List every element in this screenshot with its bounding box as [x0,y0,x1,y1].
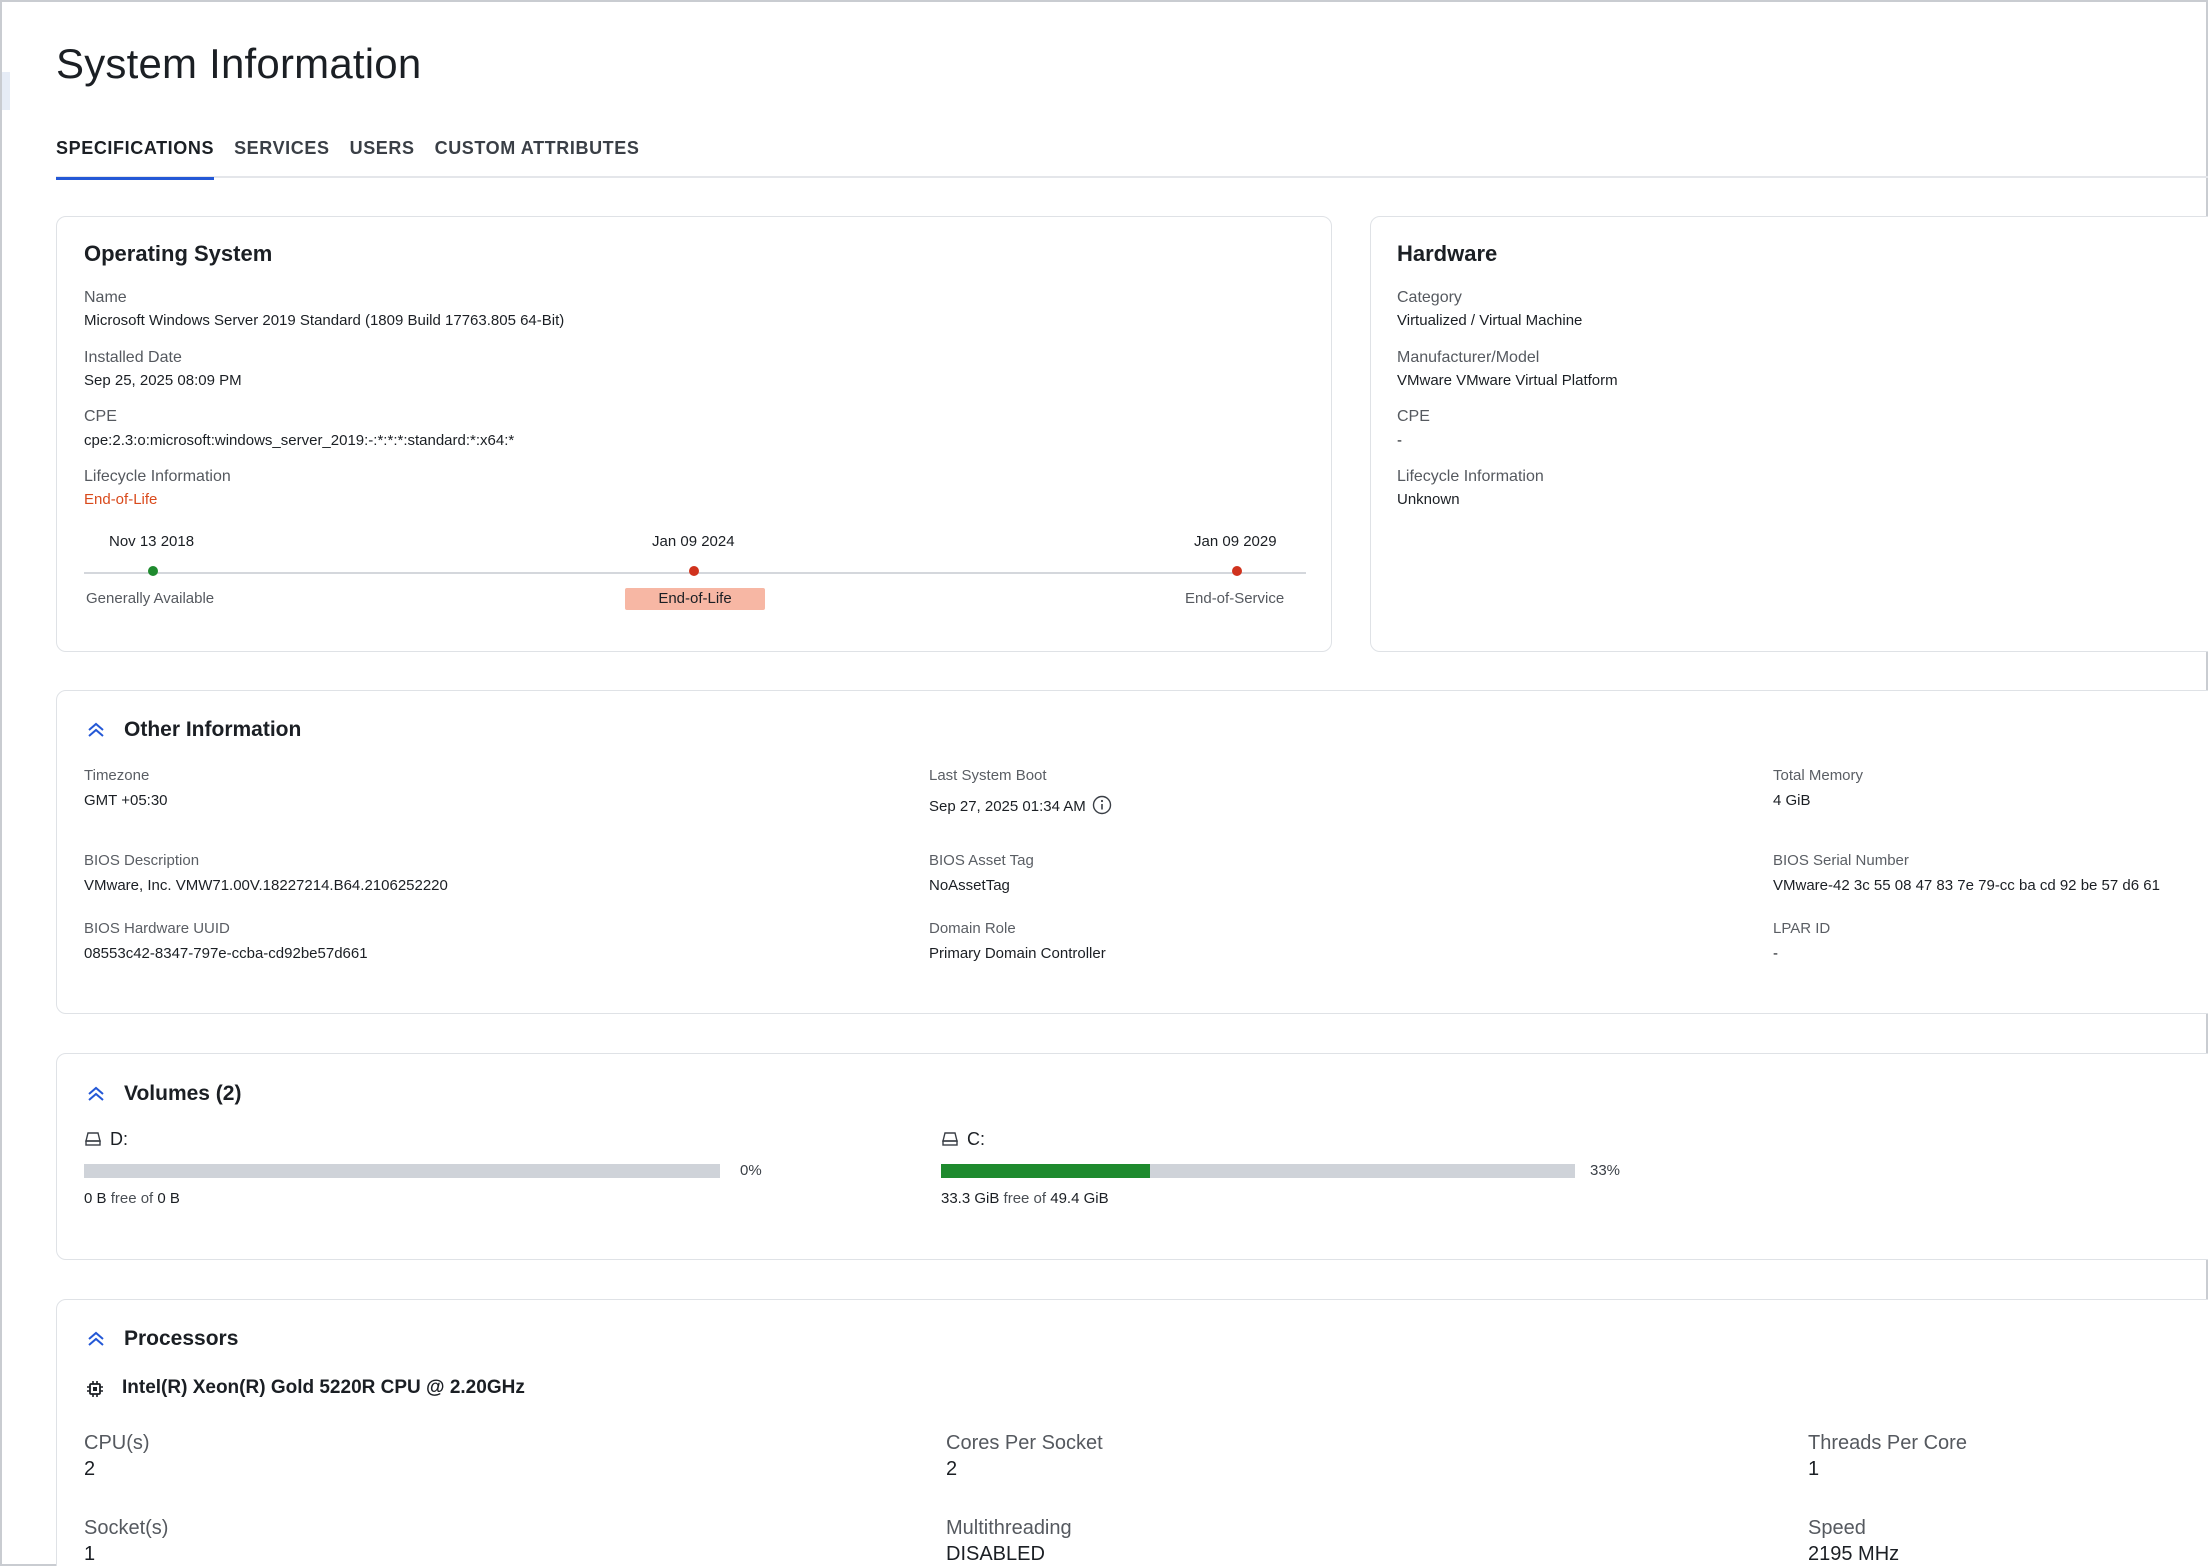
other-information-card: Other Information Timezone GMT +05:30 La… [56,690,2208,1014]
os-cpe-label: CPE [84,408,117,425]
bios-description-label: BIOS Description [84,852,200,869]
processors-card: Processors Intel(R) Xeon(R) Gold 5220R C… [56,1299,2208,1566]
speed-label: Speed [1808,1517,1866,1539]
os-installed-label: Installed Date [84,349,182,366]
last-boot-row: Sep 27, 2025 01:34 AM [929,795,1112,815]
timeline-date-ga: Nov 13 2018 [109,533,195,550]
cpu-chip-icon [85,1379,105,1399]
hardware-card: Hardware Category Virtualized / Virtual … [1370,216,2208,652]
total-memory-value: 4 GiB [1773,792,1811,809]
volume-d-total-value: 0 B [157,1190,180,1207]
os-lifecycle-value: End-of-Life [84,491,158,508]
info-icon[interactable] [1092,795,1112,815]
cpus-label: CPU(s) [84,1432,150,1454]
collapse-chevron-icon[interactable] [85,719,107,741]
timeline-dot-ga [148,566,158,576]
operating-system-title: Operating System [84,241,273,266]
domain-role-label: Domain Role [929,920,1016,937]
bios-description-value: VMware, Inc. VMW71.00V.18227214.B64.2106… [84,877,448,894]
hw-cpe-value: - [1397,432,1402,449]
sockets-label: Socket(s) [84,1517,169,1539]
volume-d-free-value: 0 B [84,1190,107,1207]
sockets-value: 1 [84,1543,96,1565]
other-information-title: Other Information [124,718,302,741]
volume-d-name: D: [110,1129,128,1149]
timeline-date-eos: Jan 09 2029 [1194,533,1277,550]
hw-model-value: VMware VMware Virtual Platform [1397,372,1618,389]
volume-d-free: 0 B free of 0 B [84,1190,180,1207]
tab-specifications[interactable]: SPECIFICATIONS [56,132,215,180]
lpar-id-value: - [1773,945,1778,962]
bios-asset-tag-value: NoAssetTag [929,877,1010,894]
hw-lifecycle-value: Unknown [1397,491,1460,508]
bios-uuid-label: BIOS Hardware UUID [84,920,230,937]
volume-c-name: C: [967,1129,985,1149]
bios-asset-tag-label: BIOS Asset Tag [929,852,1034,869]
volume-c-percent: 33% [1590,1162,1621,1179]
volumes-title: Volumes (2) [124,1082,242,1105]
volume-d-percent: 0% [740,1162,762,1179]
cores-per-socket-label: Cores Per Socket [946,1432,1103,1454]
hw-category-label: Category [1397,289,1462,306]
timezone-value: GMT +05:30 [84,792,168,809]
last-boot-value: Sep 27, 2025 01:34 AM [929,798,1086,815]
collapse-chevron-icon[interactable] [85,1083,107,1105]
hw-lifecycle-label: Lifecycle Information [1397,468,1544,485]
volume-c-usage-bar [941,1164,1575,1178]
volumes-card: Volumes (2) D: 0% 0 B free of 0 B C: 33%… [56,1053,2208,1260]
tab-users[interactable]: USERS [350,132,415,178]
volume-d-free-word: free of [110,1190,154,1207]
multithreading-value: DISABLED [946,1543,1045,1565]
domain-role-value: Primary Domain Controller [929,945,1106,962]
timezone-label: Timezone [84,767,150,784]
bios-serial-label: BIOS Serial Number [1773,852,1909,869]
tab-services[interactable]: SERVICES [234,132,330,178]
hardware-title: Hardware [1397,241,1498,266]
bios-serial-value: VMware-42 3c 55 08 47 83 7e 79-cc ba cd … [1773,877,2160,894]
volume-c-free-word: free of [1003,1190,1047,1207]
total-memory-label: Total Memory [1773,767,1864,784]
collapse-chevron-icon[interactable] [85,1328,107,1350]
cpus-value: 2 [84,1458,96,1480]
drive-icon [84,1130,102,1148]
processor-name: Intel(R) Xeon(R) Gold 5220R CPU @ 2.20GH… [122,1377,525,1398]
timeline-dot-eos [1232,566,1242,576]
cores-per-socket-value: 2 [946,1458,958,1480]
page-title: System Information [56,40,422,87]
os-name-label: Name [84,289,127,306]
threads-per-core-value: 1 [1808,1458,1820,1480]
operating-system-card: Operating System Name Microsoft Windows … [56,216,1332,652]
last-boot-label: Last System Boot [929,767,1047,784]
multithreading-label: Multithreading [946,1517,1072,1539]
processors-title: Processors [124,1327,239,1350]
volume-c-free-value: 33.3 GiB [941,1190,1000,1207]
timeline-caption-ga: Generally Available [86,590,215,607]
tab-custom-attributes[interactable]: CUSTOM ATTRIBUTES [435,132,640,178]
volume-c-usage-fill [941,1164,1151,1178]
timeline-caption-eos: End-of-Service [1185,590,1285,607]
timeline-badge-eol: End-of-Life [625,588,765,610]
bios-uuid-value: 08553c42-8347-797e-ccba-cd92be57d661 [84,945,368,962]
os-name-value: Microsoft Windows Server 2019 Standard (… [84,312,565,329]
volume-c-total-value: 49.4 GiB [1050,1190,1109,1207]
timeline-dot-eol [689,566,699,576]
hw-model-label: Manufacturer/Model [1397,349,1540,366]
os-installed-value: Sep 25, 2025 08:09 PM [84,372,242,389]
os-lifecycle-label: Lifecycle Information [84,468,231,485]
speed-value: 2195 MHz [1808,1543,1900,1565]
volume-c-free: 33.3 GiB free of 49.4 GiB [941,1190,1109,1207]
tab-bar: SPECIFICATIONS SERVICES USERS CUSTOM ATT… [56,132,2208,180]
timeline-date-eol: Jan 09 2024 [652,533,735,550]
lpar-id-label: LPAR ID [1773,920,1831,937]
hw-category-value: Virtualized / Virtual Machine [1397,312,1583,329]
drive-icon [941,1130,959,1148]
os-cpe-value: cpe:2.3:o:microsoft:windows_server_2019:… [84,432,515,449]
volume-d-usage-bar [84,1164,720,1178]
side-nav-marker [2,72,10,110]
hw-cpe-label: CPE [1397,408,1430,425]
threads-per-core-label: Threads Per Core [1808,1432,1967,1454]
